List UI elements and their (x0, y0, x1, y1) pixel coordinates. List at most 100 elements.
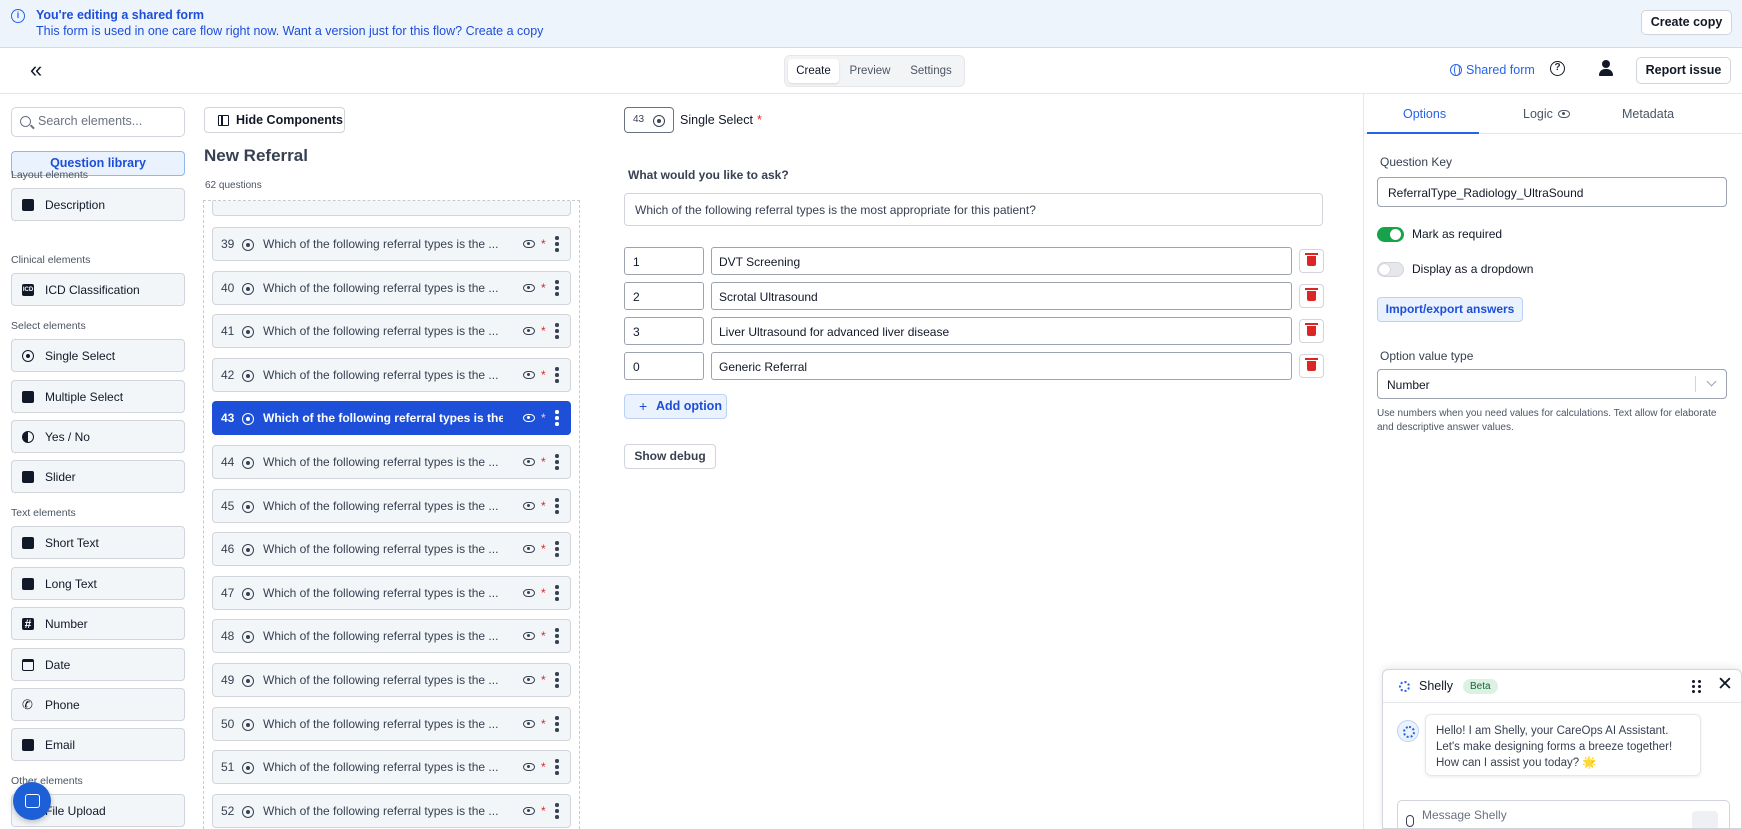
option-value-type-label: Option value type (1380, 349, 1474, 363)
library-item-short-text[interactable]: Short Text (11, 526, 185, 559)
banner-subtitle[interactable]: This form is used in one care flow right… (36, 24, 543, 38)
library-item-yes-no[interactable]: Yes / No (11, 420, 185, 453)
library-item-slider[interactable]: Slider (11, 460, 185, 493)
ask-label: What would you like to ask? (628, 168, 789, 182)
library-item-number[interactable]: # Number (11, 607, 185, 640)
library-item-single-select[interactable]: Single Select (11, 339, 185, 372)
more-options-icon[interactable] (555, 541, 559, 557)
chat-input[interactable]: Message Shelly (1397, 800, 1730, 828)
dropdown-toggle[interactable] (1377, 262, 1404, 277)
more-options-icon[interactable] (555, 716, 559, 732)
help-icon[interactable]: ? (1550, 61, 1565, 76)
question-row[interactable]: 41 Which of the following referral types … (212, 314, 571, 348)
eye-icon[interactable] (523, 327, 535, 335)
shared-form-link[interactable]: Shared form (1450, 63, 1535, 77)
tab-create[interactable]: Create (788, 59, 839, 83)
question-key-input[interactable]: ReferralType_Radiology_UltraSound (1377, 177, 1727, 207)
more-options-icon[interactable] (555, 236, 559, 252)
option-value-input[interactable]: 3 (624, 317, 704, 345)
more-options-icon[interactable] (555, 759, 559, 775)
drag-handle-icon[interactable] (1692, 680, 1702, 693)
more-options-icon[interactable] (555, 367, 559, 383)
more-options-icon[interactable] (555, 672, 559, 688)
delete-option-button[interactable] (1299, 319, 1324, 343)
more-options-icon[interactable] (555, 585, 559, 601)
eye-icon[interactable] (523, 371, 535, 379)
library-item-date[interactable]: Date (11, 648, 185, 681)
question-row[interactable]: 44 Which of the following referral types … (212, 445, 571, 479)
mark-required-toggle[interactable] (1377, 227, 1404, 242)
eye-icon[interactable] (523, 676, 535, 684)
eye-icon[interactable] (523, 240, 535, 248)
eye-icon[interactable] (523, 414, 535, 422)
import-export-button[interactable]: Import/export answers (1377, 297, 1523, 322)
question-row[interactable]: 51 Which of the following referral types … (212, 750, 571, 784)
dropdown-label: Display as a dropdown (1412, 262, 1534, 276)
library-item-email[interactable]: Email (11, 728, 185, 761)
close-icon[interactable]: ✕ (1717, 675, 1733, 695)
paperclip-icon[interactable] (1406, 815, 1414, 827)
eye-icon[interactable] (523, 589, 535, 597)
tab-options[interactable]: Options (1403, 107, 1446, 121)
send-button[interactable] (1692, 811, 1718, 828)
question-row[interactable]: 48 Which of the following referral types … (212, 619, 571, 653)
tab-preview[interactable]: Preview (842, 59, 898, 83)
option-label-input[interactable]: DVT Screening (711, 247, 1292, 275)
more-options-icon[interactable] (555, 410, 559, 426)
library-item-description[interactable]: Description (11, 188, 185, 221)
question-row[interactable]: 39 Which of the following referral types … (212, 227, 571, 261)
search-field[interactable] (11, 107, 185, 137)
question-row[interactable]: 45 Which of the following referral types … (212, 489, 571, 523)
library-item-multiple-select[interactable]: Multiple Select (11, 380, 185, 413)
delete-option-button[interactable] (1299, 249, 1324, 273)
question-row[interactable]: 40 Which of the following referral types … (212, 271, 571, 305)
question-row[interactable]: 47 Which of the following referral types … (212, 576, 571, 610)
more-options-icon[interactable] (555, 803, 559, 819)
tab-metadata[interactable]: Metadata (1622, 107, 1674, 121)
more-options-icon[interactable] (555, 628, 559, 644)
eye-icon[interactable] (523, 458, 535, 466)
add-option-button[interactable]: + Add option (624, 394, 727, 419)
library-item-long-text[interactable]: Long Text (11, 567, 185, 600)
user-icon[interactable] (1598, 60, 1614, 76)
question-row[interactable]: 49 Which of the following referral types … (212, 663, 571, 697)
option-value-input[interactable]: 1 (624, 247, 704, 275)
tab-logic[interactable]: Logic (1523, 107, 1570, 121)
more-options-icon[interactable] (555, 280, 559, 296)
eye-icon[interactable] (523, 502, 535, 510)
more-options-icon[interactable] (555, 454, 559, 470)
option-value-input[interactable]: 0 (624, 352, 704, 380)
eye-icon[interactable] (523, 284, 535, 292)
library-item-icd-classification[interactable]: ICD ICD Classification (11, 273, 185, 306)
eye-icon[interactable] (523, 763, 535, 771)
option-label-input[interactable]: Generic Referral (711, 352, 1292, 380)
eye-icon[interactable] (523, 545, 535, 553)
option-value-type-select[interactable]: Number (1377, 369, 1727, 399)
search-input[interactable] (38, 114, 178, 128)
question-row[interactable]: 43 Which of the following referral types … (212, 401, 571, 435)
question-row-partial[interactable] (212, 201, 571, 216)
collapse-sidebar-icon[interactable]: « (30, 59, 42, 81)
eye-icon[interactable] (523, 807, 535, 815)
show-debug-button[interactable]: Show debug (624, 444, 716, 469)
question-row[interactable]: 50 Which of the following referral types … (212, 707, 571, 741)
hide-components-button[interactable]: Hide Components (204, 107, 345, 133)
delete-option-button[interactable] (1299, 284, 1324, 308)
option-label-input[interactable]: Scrotal Ultrasound (711, 282, 1292, 310)
library-item-phone[interactable]: ✆ Phone (11, 688, 185, 721)
option-value-input[interactable]: 2 (624, 282, 704, 310)
question-row[interactable]: 46 Which of the following referral types … (212, 532, 571, 566)
question-row[interactable]: 42 Which of the following referral types … (212, 358, 571, 392)
more-options-icon[interactable] (555, 323, 559, 339)
tab-settings[interactable]: Settings (901, 59, 961, 83)
option-label-input[interactable]: Liver Ultrasound for advanced liver dise… (711, 317, 1292, 345)
question-row[interactable]: 52 Which of the following referral types … (212, 794, 571, 828)
question-text-input[interactable]: Which of the following referral types is… (624, 193, 1323, 226)
report-issue-button[interactable]: Report issue (1636, 57, 1731, 84)
eye-icon[interactable] (523, 720, 535, 728)
eye-icon[interactable] (523, 632, 535, 640)
more-options-icon[interactable] (555, 498, 559, 514)
delete-option-button[interactable] (1299, 354, 1324, 378)
chat-launcher-button[interactable] (13, 782, 51, 820)
create-copy-button[interactable]: Create copy (1641, 10, 1732, 35)
